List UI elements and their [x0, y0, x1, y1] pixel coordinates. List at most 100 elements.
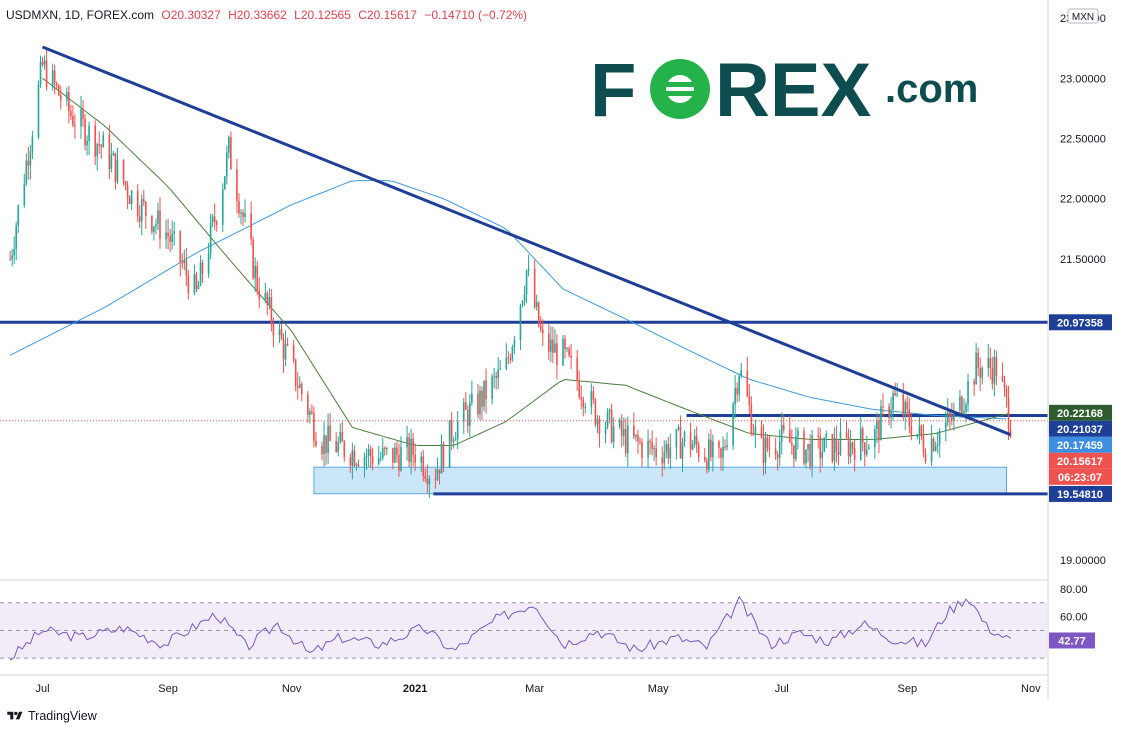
candle-body [710, 439, 712, 458]
demand-zone[interactable] [313, 466, 1008, 495]
candle-body [991, 367, 994, 384]
candle-body [677, 426, 680, 430]
candle-body [221, 189, 224, 225]
y-tick-label: 21.50000 [1060, 254, 1106, 266]
candle[interactable] [442, 441, 445, 473]
candle[interactable] [537, 301, 540, 328]
candle-body [300, 384, 303, 395]
candle[interactable] [831, 433, 834, 464]
price-chart-svg[interactable]: 23.5000023.0000022.5000022.0000021.50000… [0, 0, 1129, 735]
price-label[interactable]: 06:23:07 [1049, 468, 1112, 485]
candle-body [720, 448, 722, 458]
tradingview-footer[interactable]: TradingView [6, 709, 97, 723]
logo-text-left: F [590, 48, 636, 133]
candle-body [442, 443, 445, 468]
candle-body [867, 447, 870, 450]
candle-body [695, 436, 698, 446]
x-tick-label: Mar [525, 683, 544, 695]
candle-body [371, 456, 374, 465]
price-label[interactable]: 20.97358 [1049, 314, 1112, 331]
candle-body [819, 436, 822, 459]
candle-body [924, 453, 927, 462]
candle[interactable] [84, 114, 86, 151]
candle-body [110, 155, 113, 170]
candle[interactable] [448, 420, 451, 469]
candle-body [414, 454, 416, 463]
candle-body [98, 144, 101, 146]
candle-body [944, 422, 947, 432]
candle[interactable] [732, 401, 734, 450]
candle-body [102, 135, 105, 148]
candle[interactable] [256, 260, 259, 296]
open-value: O20.30327 [161, 8, 221, 22]
candle[interactable] [803, 427, 805, 466]
rsi-value-label[interactable]: 42.77 [1049, 632, 1095, 649]
candle[interactable] [594, 397, 597, 428]
candle-body [499, 368, 502, 370]
candle[interactable] [511, 344, 514, 362]
candle-body [365, 455, 368, 458]
candle-body [635, 434, 637, 437]
candle-body [803, 430, 805, 464]
candle-body [434, 478, 437, 480]
price-label[interactable]: 20.17459 [1049, 436, 1112, 453]
price-label[interactable]: 20.21037 [1049, 420, 1112, 437]
candle[interactable] [151, 215, 153, 235]
candle-body [41, 61, 44, 65]
candle-body [620, 420, 623, 436]
price-label[interactable]: 20.15617 [1049, 452, 1112, 469]
candle-body [865, 449, 868, 455]
candle-body [732, 404, 734, 445]
candle[interactable] [37, 80, 40, 140]
candle-body [171, 233, 173, 242]
candle-body [661, 457, 664, 464]
candle-body [847, 436, 850, 457]
candle-body [13, 249, 15, 256]
price-label-text: 20.17459 [1057, 440, 1103, 452]
candle-body [53, 70, 56, 84]
candle[interactable] [823, 436, 826, 453]
candle[interactable] [57, 83, 60, 97]
candle-body [523, 294, 526, 302]
candle-body [975, 352, 977, 385]
candle[interactable] [230, 131, 232, 170]
candle-body [622, 428, 625, 436]
candle[interactable] [195, 271, 198, 292]
price-label-text: 20.22168 [1057, 408, 1103, 420]
candle-body [108, 135, 111, 170]
price-label[interactable]: 20.22168 [1049, 404, 1112, 421]
candle[interactable] [606, 408, 609, 430]
candle-body [315, 440, 317, 446]
chart-stage[interactable]: USDMXN, 1D, FOREX.com O20.30327 H20.3366… [0, 0, 1129, 735]
candle[interactable] [223, 175, 226, 190]
price-label[interactable]: 19.54810 [1049, 485, 1112, 502]
candle-body [989, 358, 992, 368]
candle[interactable] [932, 436, 935, 453]
candle-body [270, 297, 273, 324]
x-tick-label: Jul [35, 683, 49, 695]
candle-body [608, 409, 611, 412]
candle[interactable] [562, 335, 564, 367]
candle[interactable] [483, 380, 485, 412]
candle-body [967, 381, 969, 405]
candle-body [199, 262, 202, 286]
candle-body [748, 396, 751, 406]
candle-body [353, 450, 356, 466]
candle-body [31, 136, 34, 152]
candle-body [266, 293, 269, 305]
candle-body [839, 432, 842, 455]
candle-body [780, 424, 783, 442]
candle-body [509, 358, 512, 360]
candle-body [959, 396, 961, 411]
candle-body [242, 212, 244, 218]
candle-body [807, 444, 809, 450]
candle-body [280, 329, 283, 339]
candle-body [554, 343, 556, 353]
symbol-info[interactable]: USDMXN, 1D, FOREX.com [6, 8, 154, 22]
candle[interactable] [252, 236, 254, 280]
candle-body [145, 201, 147, 217]
candle-body [80, 109, 82, 127]
candle-body [564, 338, 566, 350]
candle-body [37, 84, 40, 137]
candle-body [244, 213, 246, 218]
